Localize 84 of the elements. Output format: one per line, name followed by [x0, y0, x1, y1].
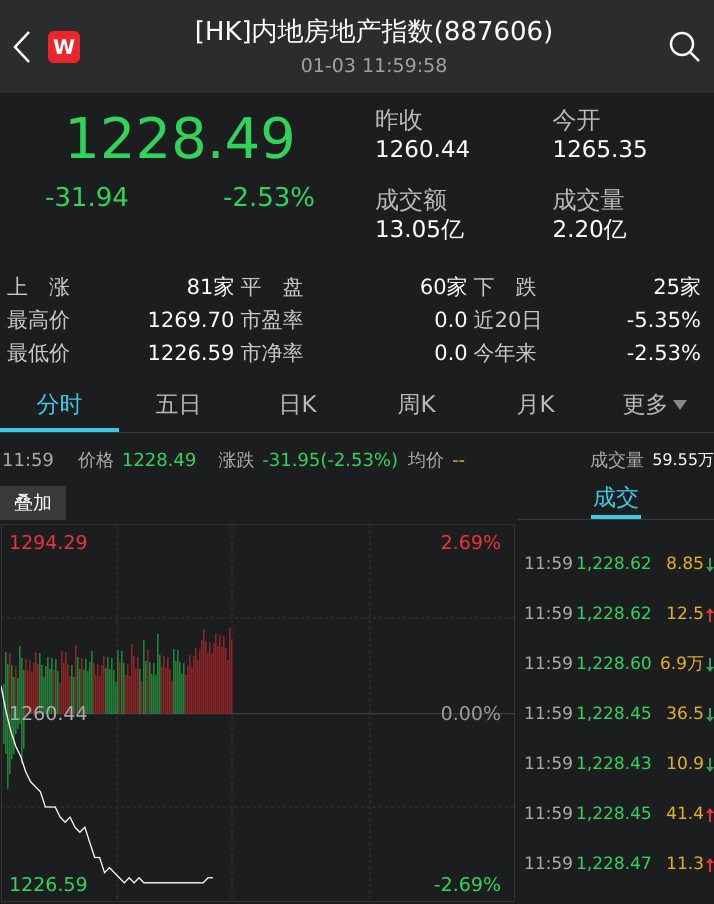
stat-value: -2.53% — [626, 340, 701, 368]
stat-value: 60家 — [420, 274, 468, 302]
trade-time: 11:59 — [524, 803, 573, 826]
info-value: 1228.49 — [122, 448, 196, 473]
search-icon[interactable] — [668, 30, 702, 64]
trade-time: 11:59 — [524, 603, 573, 626]
trade-price: 1,228.47 — [576, 853, 652, 876]
chart-tab[interactable]: 日K — [238, 382, 357, 432]
stat-label: 下 跌 — [474, 274, 537, 302]
info-label: 均价 — [408, 448, 444, 473]
axis-label: 2.69% — [440, 532, 501, 554]
chart-tab[interactable]: 五日 — [119, 382, 238, 432]
trade-time: 11:59 — [524, 653, 573, 676]
stat-value: 0.0 — [434, 340, 468, 368]
info-label: 涨跌 — [218, 448, 254, 473]
field-value: 2.20亿 — [552, 216, 628, 246]
stat-label: 最低价 — [7, 340, 70, 368]
up-arrow-icon — [706, 608, 714, 622]
current-price: 1228.49 — [64, 106, 296, 174]
trade-volume: 12.5 — [665, 603, 704, 626]
stat-value: 25家 — [653, 274, 701, 302]
chart-tab[interactable]: 分时 — [0, 382, 119, 432]
stat-label: 近20日 — [474, 307, 542, 334]
field-value: 13.05亿 — [375, 216, 465, 246]
info-value: 59.55万 — [652, 449, 714, 472]
stat-value: -5.35% — [626, 307, 701, 334]
stat-label: 今年来 — [474, 340, 537, 368]
info-time: 11:59 — [2, 448, 54, 473]
stat-value: 0.0 — [434, 307, 468, 334]
up-arrow-icon — [706, 808, 714, 822]
chart-tab[interactable]: 月K — [476, 382, 595, 432]
price-change: -31.94 — [45, 182, 129, 216]
info-value: -- — [452, 448, 466, 473]
chart-tab[interactable]: 周K — [357, 382, 476, 432]
app-logo: W — [48, 30, 80, 63]
chart-tab[interactable]: 更多 — [595, 382, 714, 432]
trade-price: 1,228.62 — [576, 553, 652, 576]
trade-time: 11:59 — [524, 753, 573, 776]
trade-volume: 11.3 — [665, 853, 704, 876]
down-arrow-icon — [706, 558, 714, 572]
window-title: [HK]内地房地产指数(887606) — [194, 16, 554, 49]
overlay-button[interactable]: 叠加 — [0, 486, 66, 520]
trade-volume: 41.4 — [665, 803, 704, 826]
trade-volume: 8.85 — [665, 553, 704, 576]
percent-change: -2.53% — [223, 182, 315, 216]
field-value: 1260.44 — [375, 136, 472, 166]
trade-volume: 6.9万 — [658, 653, 704, 676]
stat-value: 1226.59 — [147, 340, 234, 368]
trade-volume: 36.5 — [665, 703, 704, 726]
axis-label: -2.69% — [434, 874, 501, 896]
stat-label: 上 涨 — [7, 274, 70, 302]
info-value: -31.95(-2.53%) — [262, 448, 398, 473]
field-label: 昨收 — [375, 105, 424, 136]
back-icon[interactable] — [12, 30, 32, 64]
trade-volume: 10.9 — [665, 753, 704, 776]
trade-time: 11:59 — [524, 553, 573, 576]
info-label: 价格 — [78, 448, 114, 473]
trades-tab[interactable]: 成交 — [591, 480, 641, 519]
info-label: 成交量 — [590, 448, 644, 473]
down-arrow-icon — [706, 658, 714, 672]
timestamp: 01-03 11:59:58 — [300, 54, 448, 79]
down-arrow-icon — [706, 758, 714, 772]
field-label: 成交量 — [552, 185, 626, 216]
field-label: 成交额 — [375, 185, 448, 216]
field-label: 今开 — [552, 105, 602, 136]
stat-label: 市净率 — [240, 340, 304, 368]
down-arrow-icon — [706, 708, 714, 722]
trade-price: 1,228.45 — [576, 803, 652, 826]
up-arrow-icon — [706, 858, 714, 872]
trade-time: 11:59 — [524, 703, 573, 726]
stat-value: 81家 — [186, 274, 234, 302]
stat-label: 最高价 — [7, 307, 70, 334]
stat-label: 市盈率 — [240, 307, 304, 334]
axis-label: 0.00% — [440, 702, 501, 725]
trade-price: 1,228.45 — [576, 703, 652, 726]
axis-label: 1294.29 — [9, 532, 88, 554]
stat-label: 平 盘 — [240, 274, 304, 302]
stat-value: 1269.70 — [147, 307, 234, 334]
field-value: 1265.35 — [552, 136, 649, 166]
trade-time: 11:59 — [524, 853, 573, 876]
trade-price: 1,228.43 — [576, 753, 652, 776]
axis-label: 1226.59 — [9, 874, 88, 896]
trade-price: 1,228.60 — [576, 653, 652, 676]
trade-price: 1,228.62 — [576, 603, 652, 626]
